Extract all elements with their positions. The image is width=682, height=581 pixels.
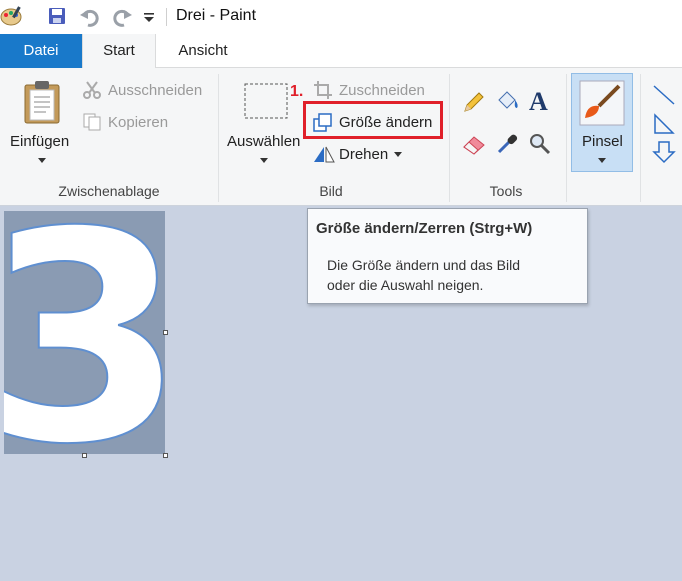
customize-qat-icon[interactable] <box>143 12 155 24</box>
tooltip-description-line1: Die Größe ändern und das Bild <box>327 257 520 273</box>
resize-handle-right[interactable] <box>163 330 168 335</box>
image-group-label: Bild <box>319 183 343 199</box>
digit-three-image: 3 <box>0 170 186 509</box>
tooltip-description-line2: oder die Auswahl neigen. <box>327 277 484 293</box>
tooltip: Größe ändern/Zerren (Strg+W) Die Größe ä… <box>307 208 588 304</box>
select-dropdown-caret[interactable] <box>260 158 268 163</box>
digit-three-glyph: 3 <box>4 211 165 454</box>
shape-arrow-down-icon[interactable] <box>652 140 676 164</box>
magnifier-icon[interactable] <box>528 132 552 156</box>
resize-highlight-frame <box>303 101 443 139</box>
drawing-canvas[interactable]: 3 <box>0 170 186 509</box>
tooltip-title: Größe ändern/Zerren (Strg+W) <box>316 220 533 237</box>
color-picker-icon[interactable] <box>495 132 519 156</box>
eraser-icon[interactable] <box>462 132 486 156</box>
tab-start[interactable]: Start <box>82 34 156 69</box>
paint-app-icon[interactable] <box>0 4 24 28</box>
group-separator <box>449 74 450 202</box>
title-separator <box>166 8 167 26</box>
tab-view[interactable]: Ansicht <box>162 34 244 68</box>
svg-text:A: A <box>529 88 548 114</box>
group-separator <box>566 74 567 202</box>
group-separator <box>640 74 641 202</box>
clipboard-group-label: Zwischenablage <box>58 183 160 199</box>
crop-button[interactable]: Zuschneiden <box>339 82 425 99</box>
tools-group-label: Tools <box>489 183 523 199</box>
paste-dropdown-caret[interactable] <box>38 158 46 163</box>
rotate-dropdown-caret[interactable] <box>394 152 402 157</box>
copy-icon <box>83 113 101 131</box>
step-annotation: 1. <box>290 83 304 100</box>
resize-handle-corner[interactable] <box>163 453 168 458</box>
rotate-icon <box>314 146 335 163</box>
group-separator <box>218 74 219 202</box>
shape-triangle-icon[interactable] <box>652 112 676 136</box>
select-button-label[interactable]: Auswählen <box>227 133 300 150</box>
cut-button[interactable]: Ausschneiden <box>108 82 202 99</box>
window-title: Drei - Paint <box>176 7 257 24</box>
save-icon[interactable] <box>47 6 67 26</box>
title-bar: Drei - Paint <box>0 0 682 34</box>
brushes-dropdown-caret[interactable] <box>598 158 606 163</box>
resize-handle-bottom[interactable] <box>82 453 87 458</box>
pencil-icon[interactable] <box>462 90 486 114</box>
fill-bucket-icon[interactable] <box>495 88 521 114</box>
brushes-button-label: Pinsel <box>582 133 623 150</box>
brush-icon <box>579 80 625 126</box>
paste-button-label[interactable]: Einfügen <box>10 133 69 150</box>
clipboard-paste-icon[interactable] <box>22 80 62 124</box>
select-icon[interactable] <box>244 83 288 119</box>
redo-icon[interactable] <box>111 6 133 28</box>
tab-file[interactable]: Datei <box>0 34 82 68</box>
shape-line-icon[interactable] <box>652 84 676 108</box>
text-tool-icon[interactable]: A <box>527 88 553 114</box>
ribbon-tab-bar: Datei Start Ansicht <box>0 34 682 69</box>
scissors-icon <box>83 81 101 99</box>
crop-icon <box>314 81 332 99</box>
copy-button[interactable]: Kopieren <box>108 114 168 131</box>
rotate-button[interactable]: Drehen <box>339 146 388 163</box>
undo-icon[interactable] <box>79 6 101 28</box>
